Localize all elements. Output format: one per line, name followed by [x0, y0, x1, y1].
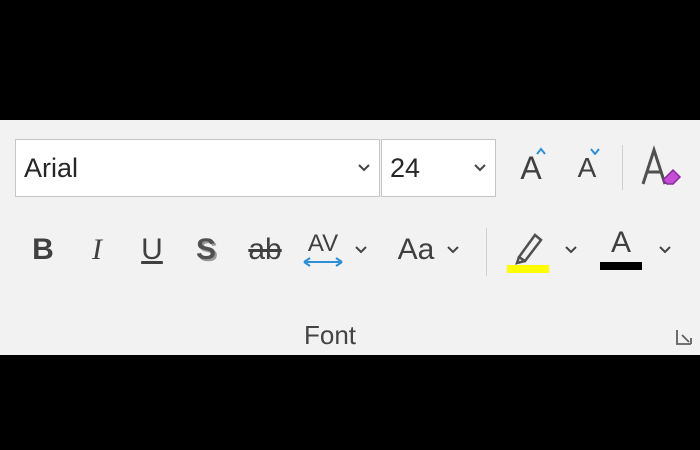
chevron-down-icon [659, 246, 671, 254]
font-size-value: 24 [390, 152, 421, 183]
font-name-value: Arial [24, 152, 79, 183]
group-label: Font [303, 320, 357, 350]
highlighter-icon [507, 233, 549, 273]
dialog-launcher-button[interactable] [674, 327, 694, 347]
font-color-label: A [610, 226, 631, 259]
chevron-down-icon [447, 246, 459, 254]
separator [622, 145, 623, 190]
font-color-button[interactable]: A [598, 224, 644, 276]
separator [486, 228, 487, 276]
italic-label: I [92, 233, 102, 266]
font-size-combobox[interactable]: 24 [381, 139, 496, 197]
shrink-font-label: A [577, 152, 597, 183]
chevron-down-icon [565, 246, 577, 254]
chevron-down-icon [355, 246, 367, 254]
char-spacing-label: AV [307, 230, 339, 257]
bold-button[interactable]: B [24, 226, 62, 274]
text-highlight-button[interactable] [504, 224, 552, 276]
shrink-font-button[interactable]: A [564, 143, 610, 193]
character-spacing-button[interactable]: AV [298, 222, 348, 278]
character-spacing-dropdown[interactable] [350, 238, 372, 262]
underline-label: U [141, 233, 163, 266]
chevron-down-icon[interactable] [465, 140, 495, 196]
change-case-button[interactable]: Aa [390, 226, 442, 274]
caret-down-icon [590, 148, 600, 155]
bold-label: B [32, 233, 54, 266]
clear-formatting-button[interactable] [634, 140, 686, 194]
grow-font-label: A [520, 150, 542, 186]
strikethrough-button[interactable]: ab [242, 226, 288, 274]
underline-button[interactable]: U [132, 226, 172, 274]
dialog-launcher-icon [676, 330, 692, 345]
clear-formatting-icon [641, 145, 682, 185]
strikethrough-label: ab [248, 233, 282, 266]
text-highlight-dropdown[interactable] [560, 238, 582, 262]
double-arrow-icon [303, 257, 343, 267]
grow-font-button[interactable]: A [508, 143, 554, 193]
font-color-swatch [600, 262, 642, 270]
font-color-dropdown[interactable] [654, 238, 676, 262]
text-shadow-button[interactable]: S [186, 226, 226, 274]
change-case-dropdown[interactable] [442, 238, 464, 262]
highlight-color-swatch [507, 265, 549, 273]
italic-button[interactable]: I [78, 226, 116, 274]
shadow-label: S [195, 233, 216, 266]
font-name-combobox[interactable]: Arial [15, 139, 380, 197]
chevron-down-icon[interactable] [349, 140, 379, 196]
caret-up-icon [536, 147, 546, 155]
change-case-label: Aa [397, 233, 435, 266]
